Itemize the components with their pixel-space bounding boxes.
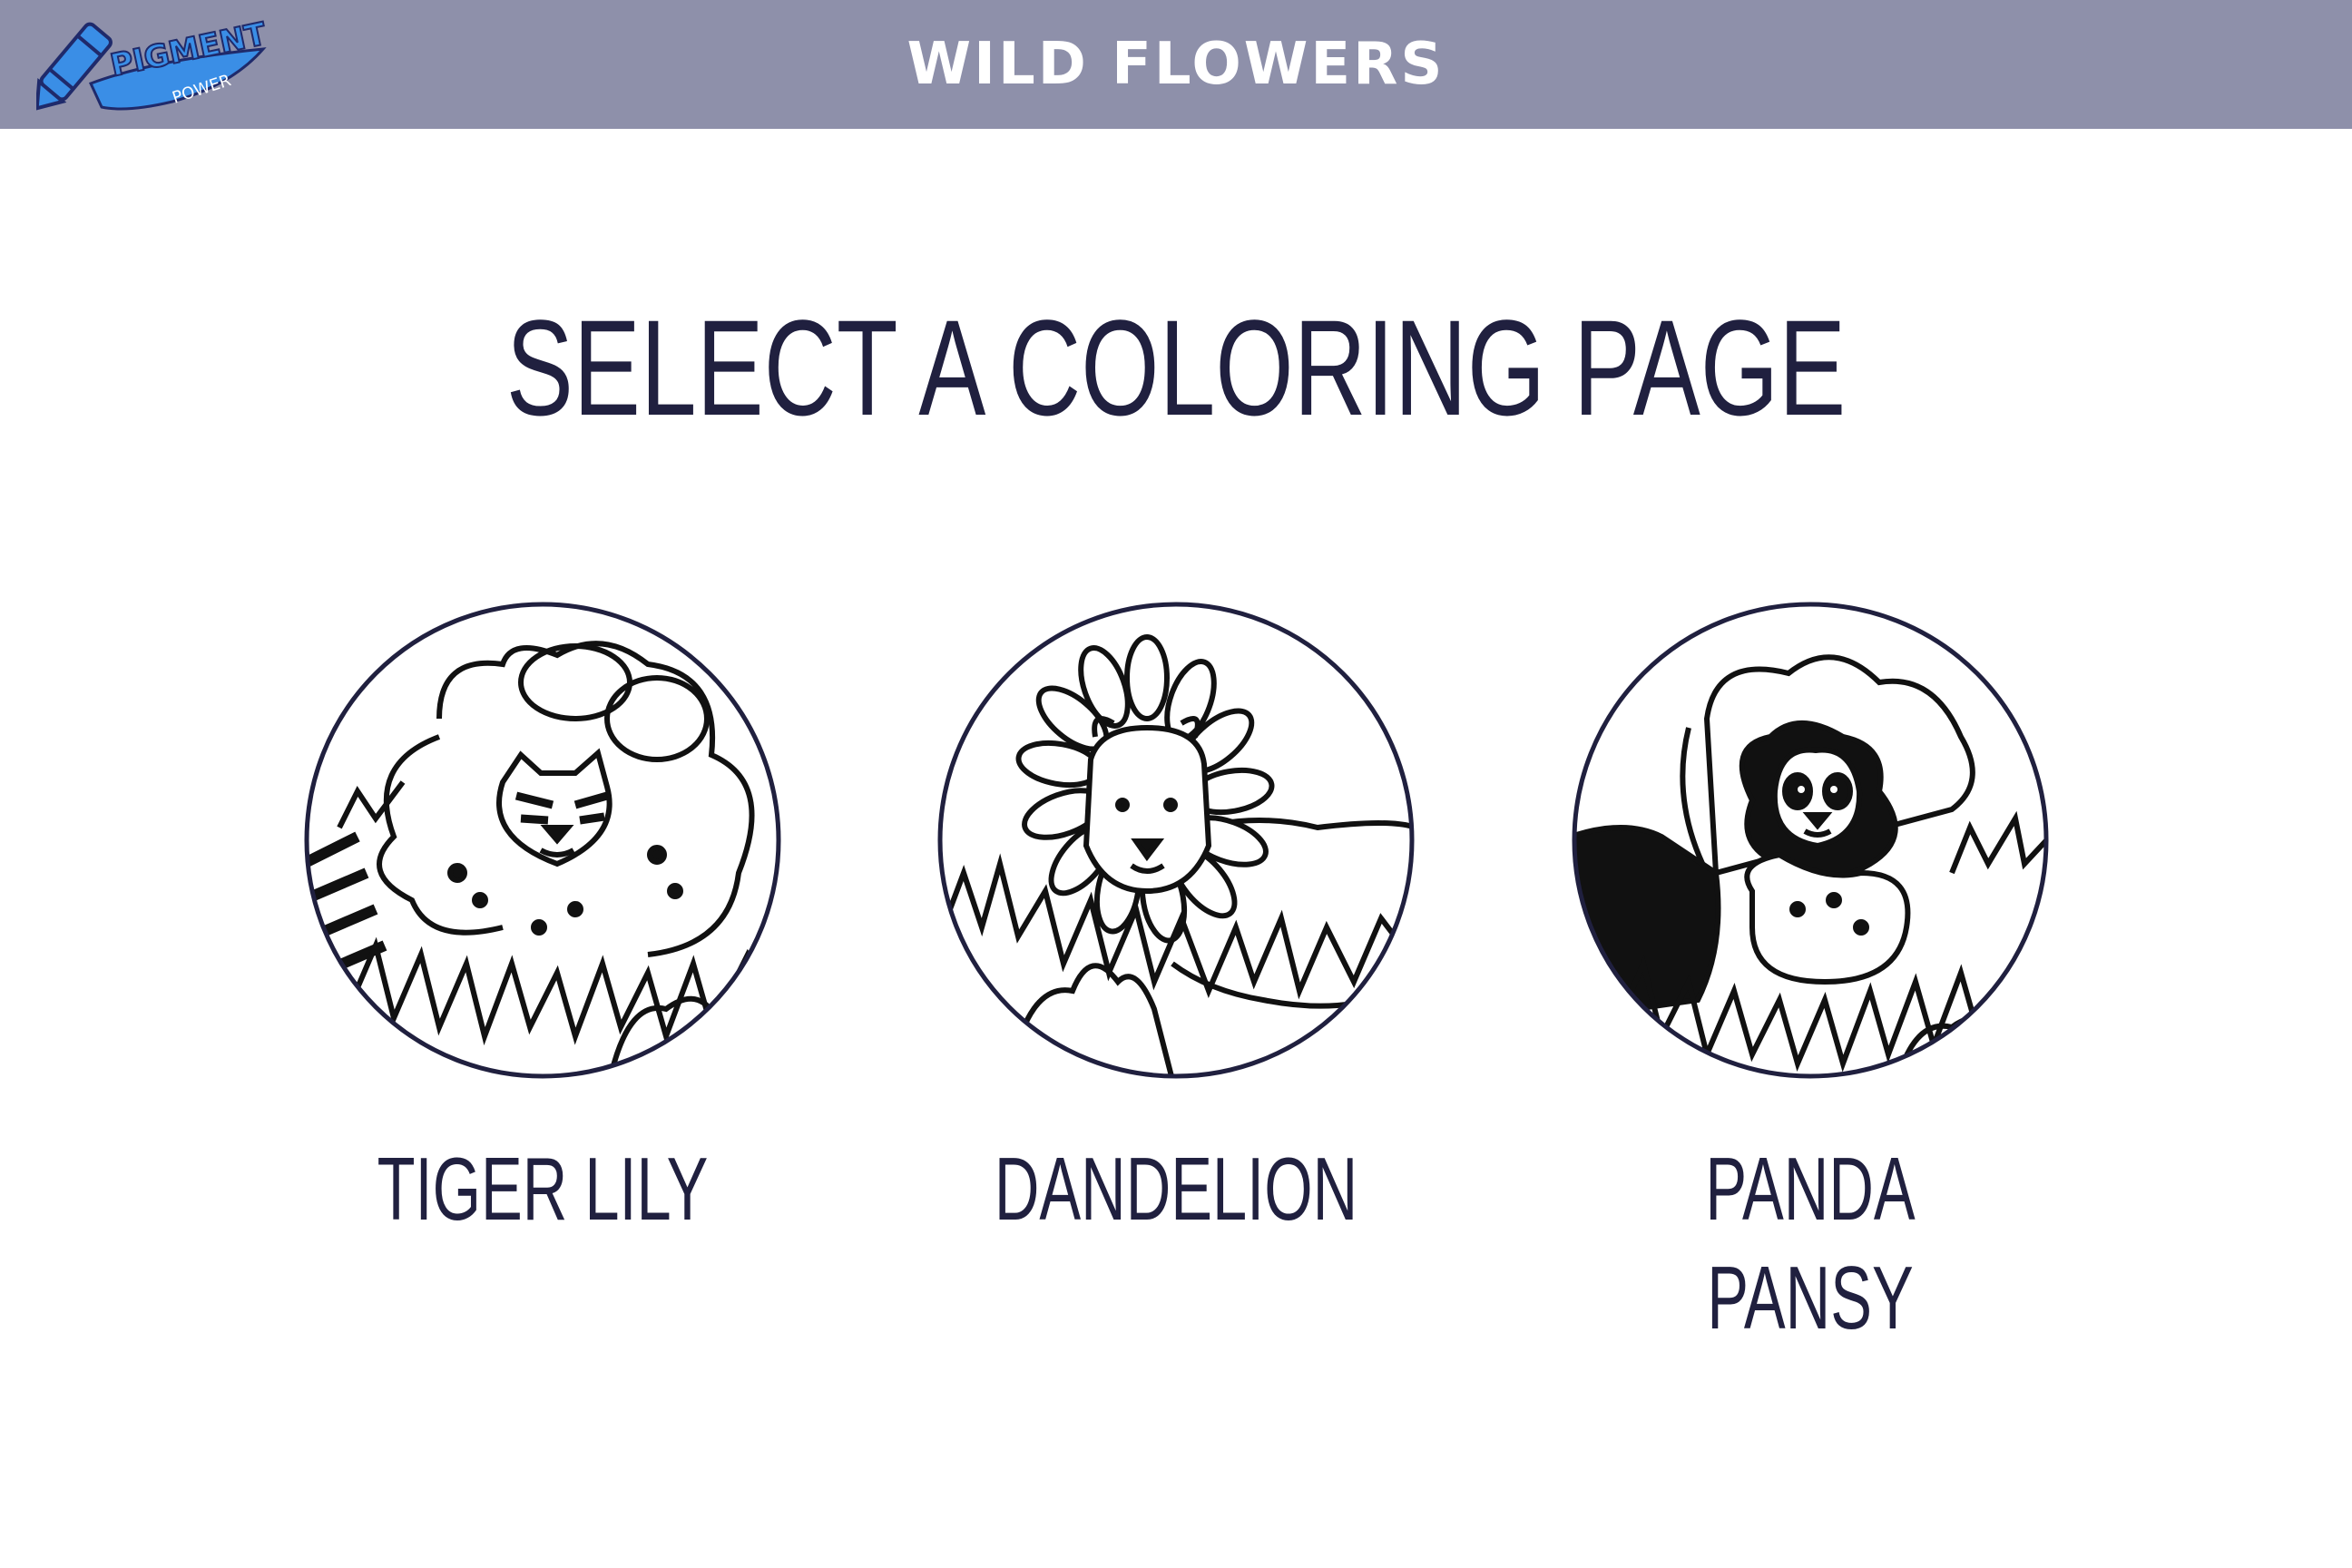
top-bar: PIGMENT POWER WILD FLOWERS [0, 0, 2352, 129]
coloring-page-card-panda-pansy[interactable]: PANDA PANSY [1565, 601, 2055, 1348]
coloring-page-label[interactable]: PANDA PANSY [1601, 1134, 2020, 1352]
tiger-icon[interactable] [303, 601, 782, 1080]
page-heading: SELECT A COLORING PAGE [505, 291, 1847, 444]
coloring-page-label[interactable]: DANDELION [966, 1134, 1386, 1243]
lion-icon[interactable] [936, 601, 1416, 1080]
coloring-page-card-dandelion[interactable]: DANDELION [931, 601, 1421, 1254]
app-title: WILD FLOWERS [906, 31, 1446, 98]
panda-icon[interactable] [1571, 601, 2050, 1080]
coloring-page-label[interactable]: TIGER LILY [333, 1134, 752, 1243]
coloring-page-card-tiger-lily[interactable]: TIGER LILY [298, 601, 788, 1254]
